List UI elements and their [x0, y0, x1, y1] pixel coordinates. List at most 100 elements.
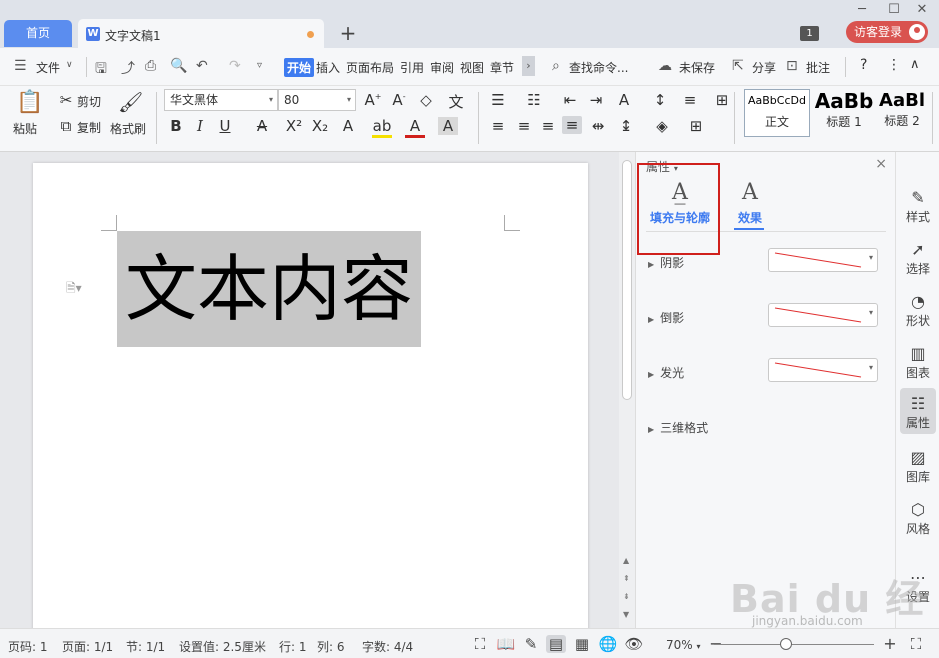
paragraph-handle-icon[interactable]: 🗎▾ [66, 279, 82, 300]
menu-tab-insert[interactable]: 插入 [316, 59, 340, 76]
underline-icon[interactable]: U [215, 117, 235, 135]
panel-close-button[interactable]: × [875, 156, 887, 172]
read-mode-icon[interactable]: 📖 [496, 635, 516, 653]
fit-page-icon[interactable]: ⛶ [906, 635, 926, 653]
tab-effect[interactable]: A 效果 [710, 180, 790, 226]
copy-icon[interactable]: ⧉ [56, 117, 76, 135]
sort-icon[interactable]: ↕ [650, 91, 670, 109]
strikethrough-icon[interactable]: A [252, 117, 272, 135]
superscript-icon[interactable]: X² [284, 117, 304, 135]
text-effect-icon[interactable]: A [338, 117, 358, 135]
eye-protect-icon[interactable]: 👁 [624, 635, 644, 653]
status-setting[interactable]: 设置值: 2.5厘米 [179, 638, 266, 655]
line-spacing-icon[interactable]: ↨ [616, 117, 636, 135]
minimize-button[interactable]: ─ [852, 2, 872, 18]
maximize-button[interactable]: ☐ [884, 2, 904, 18]
unsaved-status[interactable]: 未保存 [679, 59, 715, 76]
more-menu-button[interactable]: ⋮ [887, 57, 901, 73]
paste-button[interactable]: 粘贴 [13, 120, 37, 137]
rail-style[interactable]: ✎ 样式 [900, 182, 936, 228]
paragraph-marks-icon[interactable]: ≡ [680, 91, 700, 109]
font-size-combo[interactable]: 80 ▾ [278, 89, 356, 111]
status-pages[interactable]: 页面: 1/1 [62, 638, 113, 655]
menu-tab-view[interactable]: 视图 [460, 59, 484, 76]
menu-tab-chapter[interactable]: 章节 [490, 59, 514, 76]
menu-tab-reference[interactable]: 引用 [400, 59, 424, 76]
tab-document[interactable]: W 文字文稿1 [78, 19, 324, 48]
next-page-icon[interactable]: ⇟ [623, 592, 630, 601]
fullscreen-icon[interactable]: ⛶ [470, 635, 490, 653]
zoom-slider-knob[interactable] [780, 638, 792, 650]
command-search[interactable]: 查找命令... [569, 59, 628, 76]
collapse-ribbon-button[interactable]: ∧ [910, 57, 920, 72]
document-area[interactable]: 🗎▾ 文本内容 [0, 152, 619, 633]
zoom-level[interactable]: 70% ▾ [666, 638, 701, 652]
vertical-scrollbar[interactable]: ▲ ⇞ ⇟ ▼ [619, 152, 635, 628]
window-count-badge[interactable]: 1 [800, 26, 819, 41]
font-name-combo[interactable]: 华文黑体 ▾ [164, 89, 278, 111]
rail-chart[interactable]: ▥ 图表 [900, 338, 936, 384]
hamburger-icon[interactable]: ☰ [14, 58, 27, 74]
table-borders-icon[interactable]: ⊞ [712, 91, 732, 109]
menu-tab-page-layout[interactable]: 页面布局 [346, 59, 394, 76]
chevron-down-icon[interactable]: ∨ [66, 60, 73, 70]
scroll-up-arrow-icon[interactable]: ▲ [623, 556, 629, 565]
increase-indent-icon[interactable]: ⇥ [586, 91, 606, 109]
phonetic-guide-icon[interactable]: 文 [446, 91, 466, 112]
write-mode-icon[interactable]: ✎ [521, 635, 541, 653]
scroll-down-arrow-icon[interactable]: ▼ [623, 610, 629, 619]
status-word-count[interactable]: 字数: 4/4 [362, 638, 413, 655]
section-reflection[interactable]: ▶ 倒影 [648, 309, 684, 326]
borders-icon[interactable]: ⊞ [686, 117, 706, 135]
format-painter-button[interactable]: 格式刷 [110, 120, 146, 137]
status-section[interactable]: 节: 1/1 [126, 638, 165, 655]
align-right-icon[interactable]: ≡ [538, 117, 558, 135]
rail-gallery[interactable]: ▨ 图库 [900, 442, 936, 488]
document-text[interactable]: 文本内容 [117, 241, 421, 337]
section-glow[interactable]: ▶ 发光 [648, 364, 684, 381]
text-direction-icon[interactable]: A [614, 91, 634, 109]
save-icon[interactable]: 🖫 [95, 58, 107, 82]
shading-icon[interactable]: ◈ [652, 117, 672, 135]
outline-view-icon[interactable]: ▦ [572, 635, 592, 653]
share-button[interactable]: 分享 [752, 59, 776, 76]
scissors-icon[interactable]: ✂ [56, 91, 76, 109]
format-painter-icon[interactable]: 🖌 [118, 90, 143, 114]
export-icon[interactable]: ⤴ [121, 58, 135, 78]
bold-icon[interactable]: B [166, 117, 186, 135]
print-preview-icon[interactable]: 🔍 [170, 58, 187, 74]
page-view-icon[interactable]: ▤ [546, 635, 566, 653]
shadow-preset-combo[interactable]: ▾ [768, 248, 878, 272]
undo-icon[interactable]: ↶ [196, 58, 208, 74]
prev-page-icon[interactable]: ⇞ [623, 574, 630, 583]
justify-icon[interactable]: ≡ [562, 116, 582, 134]
align-center-icon[interactable]: ≡ [514, 117, 534, 135]
rail-select[interactable]: ➚ 选择 [900, 234, 936, 280]
font-color-icon[interactable]: A [405, 117, 425, 138]
file-menu[interactable]: 文件 [36, 59, 60, 76]
status-row[interactable]: 行: 1 [279, 638, 307, 655]
scrollbar-thumb[interactable] [622, 160, 632, 400]
rail-theme[interactable]: ⬡ 风格 [900, 494, 936, 540]
rail-shape[interactable]: ◔ 形状 [900, 286, 936, 332]
status-page[interactable]: 页码: 1 [8, 638, 48, 655]
grow-font-icon[interactable]: A+ [363, 91, 383, 109]
shrink-font-icon[interactable]: A- [389, 91, 409, 109]
glow-preset-combo[interactable]: ▾ [768, 358, 878, 382]
zoom-in-button[interactable]: + [880, 634, 900, 653]
menu-tab-review[interactable]: 审阅 [430, 59, 454, 76]
highlight-icon[interactable]: ab [372, 117, 392, 138]
rail-properties[interactable]: ☷ 属性 [900, 388, 936, 434]
cut-button[interactable]: 剪切 [77, 93, 101, 110]
clear-format-icon[interactable]: ◇ [416, 91, 436, 109]
print-icon[interactable]: ⎙ [145, 58, 156, 74]
status-col[interactable]: 列: 6 [317, 638, 345, 655]
bullet-list-icon[interactable]: ☰ [488, 91, 508, 109]
italic-icon[interactable]: I [190, 117, 210, 135]
section-shadow[interactable]: ▶ 阴影 [648, 254, 684, 271]
customize-toolbar-icon[interactable]: ▿ [257, 60, 262, 71]
guest-login-button[interactable]: 访客登录 [846, 21, 928, 43]
tab-home[interactable]: 首页 [4, 20, 72, 47]
copy-button[interactable]: 复制 [77, 119, 101, 136]
paste-icon[interactable]: 📋 [16, 90, 43, 115]
